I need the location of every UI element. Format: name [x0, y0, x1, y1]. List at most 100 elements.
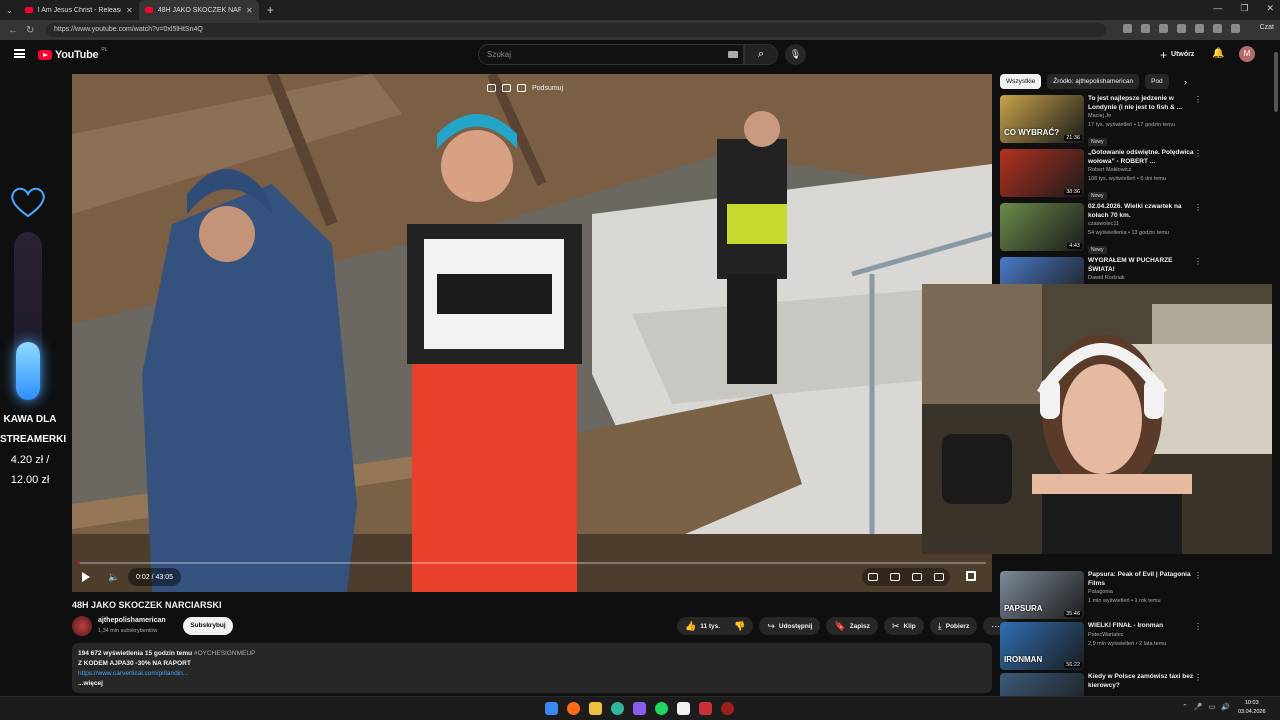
summarize-button[interactable]: Podsumuj [532, 85, 563, 92]
menu-dots-icon[interactable] [1231, 24, 1240, 33]
account-avatar[interactable]: M [1239, 46, 1255, 62]
subtitles-icon[interactable] [890, 573, 900, 581]
subscribe-button[interactable]: Subskrybuj [183, 617, 233, 635]
app-icon[interactable] [721, 702, 734, 715]
like-button[interactable]: 👍 11 tys. 👎 [677, 617, 754, 635]
recommendation-title[interactable]: WYGRAŁEM W PUCHARZE ŚWIATA! [1088, 257, 1196, 274]
bookmark-star-icon[interactable] [1141, 24, 1150, 33]
more-options-icon[interactable]: ⋮ [1194, 203, 1202, 212]
webcam-overlay [922, 284, 1280, 554]
recommendation-title[interactable]: Kiedy w Polsce zamówisz taxi bez kierowc… [1088, 673, 1196, 690]
chip-more[interactable]: Pod [1145, 74, 1169, 89]
recommendation-title[interactable]: WIELKI FINAŁ - Ironman [1088, 622, 1196, 631]
channel-avatar[interactable] [72, 616, 92, 636]
more-options-icon[interactable]: ⋮ [1194, 622, 1202, 631]
tab-list-icon[interactable]: ⌄ [6, 6, 13, 15]
summarize-icon[interactable] [517, 84, 526, 92]
browser-tab-trailer[interactable]: I Am Jesus Christ - Release Trailer ✕ [19, 0, 139, 20]
autoplay-toggle-icon[interactable] [868, 573, 878, 581]
discord-icon[interactable] [633, 702, 646, 715]
extension-icon[interactable] [1123, 24, 1132, 33]
recommendation-thumbnail[interactable]: PAPSURA 35:46 [1000, 571, 1084, 619]
more-options-icon[interactable]: ⋮ [1194, 149, 1202, 158]
back-icon[interactable]: ← [8, 25, 18, 36]
extension-icon[interactable] [1177, 24, 1186, 33]
browser-tab-active[interactable]: 48H JAKO SKOCZEK NARCIARSKI ✕ [138, 0, 259, 20]
notes-icon[interactable] [677, 702, 690, 715]
file-explorer-icon[interactable] [589, 702, 602, 715]
recommendation-thumbnail[interactable]: CO WYBRAĆ? 21:36 [1000, 95, 1084, 143]
volume-icon[interactable]: 🔈 [108, 568, 119, 586]
video-player[interactable]: Podsumuj 🔈 0:02 / 43:05 [72, 74, 992, 592]
recommendation-title[interactable]: „Gotowanie odświętne. Polędwica wołowa” … [1088, 149, 1196, 166]
save-button[interactable]: 🔖 Zapisz [826, 617, 878, 635]
close-tab-icon[interactable]: ✕ [246, 6, 253, 15]
settings-gear-icon[interactable] [912, 573, 922, 581]
recommendation-card[interactable]: IRONMAN 56:22 WIELKI FINAŁ - Ironman PatecW… [1000, 622, 1205, 672]
chip-all[interactable]: Wszystkie [1000, 74, 1042, 89]
taskbar-clock[interactable]: 10:03 03.04.2026 [1238, 699, 1266, 717]
reload-icon[interactable]: ↻ [26, 25, 34, 36]
keyboard-icon[interactable] [728, 51, 738, 58]
search-input[interactable]: Szukaj [478, 44, 744, 65]
desc-link[interactable]: https://www.carvertical.com/pl/landin... [78, 670, 188, 677]
windows-start-icon[interactable] [545, 702, 558, 715]
clip-button[interactable]: ✂ Klip [883, 617, 924, 635]
progress-bar[interactable] [78, 562, 986, 564]
recommendation-thumbnail[interactable]: IRONMAN 56:22 [1000, 622, 1084, 670]
channel-name[interactable]: ajthepolishamerican [98, 617, 166, 624]
create-button[interactable]: + Utwórz [1154, 46, 1200, 63]
more-options-icon[interactable]: ⋮ [1194, 571, 1202, 580]
show-more-button[interactable]: ...więcej [78, 680, 103, 687]
page-scrollbar[interactable] [1272, 40, 1280, 694]
volume-icon[interactable]: 🔊 [1221, 703, 1230, 711]
url-field[interactable]: https://www.youtube.com/watch?v=0xl5lHtS… [46, 23, 1106, 37]
firefox-icon[interactable] [567, 702, 580, 715]
hashtag-link[interactable]: #OYCHESIGNMEUP [194, 650, 255, 657]
chevron-right-icon[interactable]: › [1184, 77, 1187, 87]
recommendation-card[interactable]: CO WYBRAĆ? 21:36 To jest najlepsze jedzeni… [1000, 95, 1205, 146]
maximize-icon[interactable]: ❐ [1240, 3, 1248, 14]
share-button[interactable]: ↪ Udostępnij [759, 617, 821, 635]
recommendation-title[interactable]: 02.04.2026. Wielki czwartek na kołach 70… [1088, 203, 1196, 220]
close-tab-icon[interactable]: ✕ [126, 6, 133, 15]
recommendation-thumbnail[interactable]: 4:43 [1000, 203, 1084, 251]
voice-search-button[interactable]: 🎙 [785, 44, 806, 65]
recommendation-title[interactable]: Papsura: Peak of Evil | Patagonia Films [1088, 571, 1196, 588]
extension-icon[interactable] [1195, 24, 1204, 33]
hamburger-menu-icon[interactable] [14, 49, 25, 58]
copilot-button[interactable]: Czat [1260, 24, 1274, 31]
spotify-icon[interactable] [655, 702, 668, 715]
tray-chevron-icon[interactable]: ⌃ [1182, 703, 1188, 711]
youtube-logo[interactable]: YouTube PL [38, 47, 107, 61]
recommendation-card[interactable]: 38:36 „Gotowanie odświętne. Polędwica woł… [1000, 149, 1205, 200]
play-button[interactable] [82, 568, 96, 586]
more-options-icon[interactable]: ⋮ [1194, 257, 1202, 266]
download-button[interactable]: ⤓ Pobierz [929, 617, 978, 635]
microphone-icon[interactable]: 🎤 [1194, 703, 1203, 711]
miniplayer-icon[interactable] [487, 84, 496, 92]
new-tab-button[interactable]: + [267, 3, 274, 17]
app-icon[interactable] [699, 702, 712, 715]
thumbs-down-icon[interactable]: 👎 [734, 621, 745, 632]
edge-icon[interactable] [611, 702, 624, 715]
minimize-icon[interactable]: — [1213, 3, 1222, 14]
description-box[interactable]: 194 672 wyświetlenia 15 godzin temu #OYC… [72, 643, 992, 693]
recommendation-title[interactable]: To jest najlepsze jedzenie w Londynie (i… [1088, 95, 1196, 112]
extension-icon[interactable] [1159, 24, 1168, 33]
recommendation-card[interactable]: PAPSURA 35:46 Papsura: Peak of Evil | Pata… [1000, 571, 1205, 621]
notifications-bell-icon[interactable]: 🔔 [1212, 48, 1224, 59]
chip-source[interactable]: Źródło: ajthepolishamerican [1047, 74, 1140, 89]
search-button[interactable]: ⌕ [744, 44, 778, 65]
more-options-icon[interactable]: ⋮ [1194, 673, 1202, 682]
recommendation-card[interactable]: 4:43 02.04.2026. Wielki czwartek na kołac… [1000, 203, 1205, 254]
profile-icon[interactable] [1213, 24, 1222, 33]
more-options-icon[interactable]: ⋮ [1194, 95, 1202, 104]
close-window-icon[interactable]: ✕ [1266, 3, 1274, 14]
miniplayer-icon[interactable] [934, 573, 944, 581]
fullscreen-icon[interactable] [966, 571, 976, 581]
scrollbar-thumb[interactable] [1274, 52, 1278, 112]
recommendation-thumbnail[interactable]: 38:36 [1000, 149, 1084, 197]
theater-icon[interactable] [502, 84, 511, 92]
network-icon[interactable]: ▭ [1209, 703, 1216, 711]
